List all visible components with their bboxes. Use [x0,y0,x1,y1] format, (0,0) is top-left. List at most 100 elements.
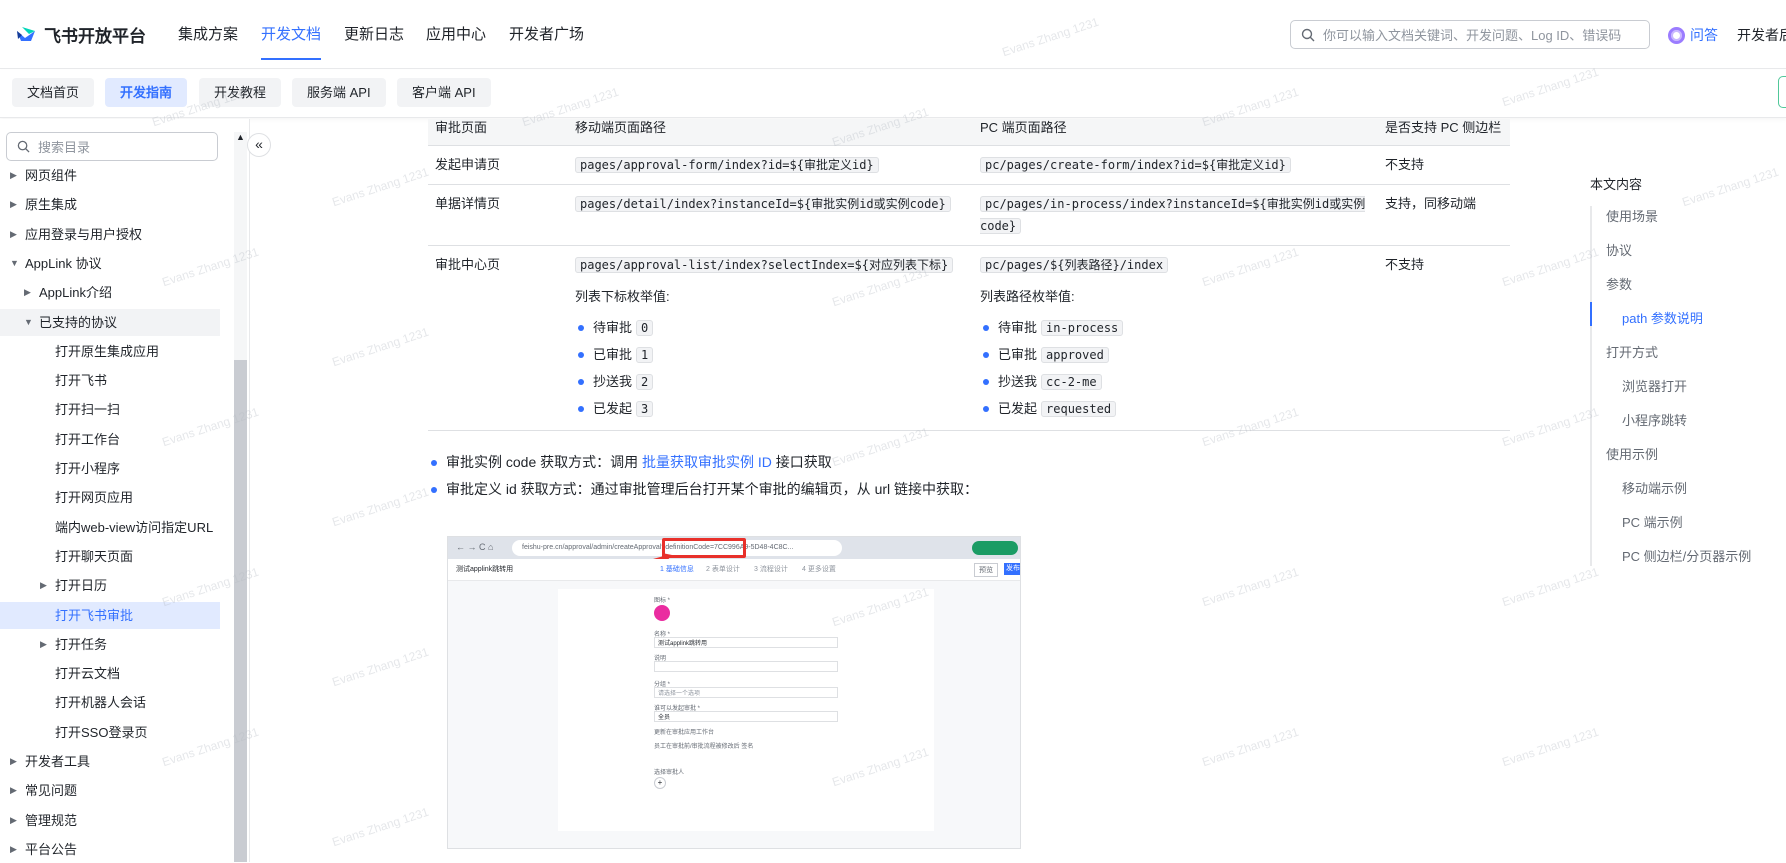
toc-item[interactable]: 使用场景 [1606,206,1658,225]
cell-mobile: pages/approval-form/index?id=${审批定义id} [568,145,973,185]
toc-item[interactable]: 协议 [1606,240,1632,259]
topnav-item[interactable]: 应用中心 [426,23,486,58]
caret-right-icon[interactable]: ▶ [10,836,20,854]
mobile-path-code: pages/approval-list/index?selectIndex=${… [575,256,954,273]
collapse-sidebar-button[interactable]: « [247,133,271,157]
sidebar-search-input[interactable]: 搜索目录 [6,132,218,161]
floating-edge-button[interactable] [1778,76,1786,108]
sidebar-item-label: 打开飞书 [55,373,108,389]
batch-instance-id-link[interactable]: 批量获取审批实例 ID [642,454,772,470]
search-icon [17,140,30,153]
scrollbar-thumb[interactable] [234,360,247,862]
toc-item[interactable]: 浏览器打开 [1622,376,1687,395]
caret-down-icon[interactable]: ▼ [10,250,20,268]
sidebar-item-label: 打开日历 [55,578,108,594]
enum-label: 已审批 [593,346,633,362]
scroll-up-icon[interactable]: ▲ [236,132,245,142]
sidebar-item[interactable]: 打开飞书审批 [0,601,220,629]
toc-item[interactable]: 移动端示例 [1622,478,1687,497]
brand-name: 飞书开放平台 [44,27,146,46]
sidebar-item[interactable]: ▶ 常见问题 [0,777,220,804]
sidebar-item-label: 打开任务 [55,636,108,652]
watermark-text: Evans Zhang 1231 [330,484,431,530]
sidebar-item[interactable]: ▼ AppLink 协议 [0,250,220,277]
sidebar-item-label: 打开飞书审批 [55,607,134,623]
toc-item[interactable]: 使用示例 [1606,444,1658,463]
doc-sidebar: 搜索目录 ▶ 网页组件 ▶ 原生集成 ▶ 应用登录与用户授权 ▼ AppLink 协议 ▶ App… [0,119,250,862]
sidebar-item[interactable]: 打开小程序 [0,455,220,482]
sidebar-item[interactable]: 打开扫一扫 [0,396,220,423]
note-definition-id: 审批定义 id 获取方式：通过审批管理后台打开某个审批的编辑页，从 url 链接… [428,476,1510,503]
topnav-item[interactable]: 开发文档 [261,23,322,60]
th-pc-path: PC 端页面路径 [973,119,1378,146]
sidebar-scrollbar[interactable]: ▲ [234,132,247,862]
sidebar-item[interactable]: ▼ 已支持的协议 [0,308,220,336]
sidebar-item[interactable]: ▶ AppLink介绍 [0,279,220,306]
topnav-item[interactable]: 开发者广场 [509,23,584,58]
caret-right-icon[interactable]: ▶ [10,777,20,795]
sidebar-item[interactable]: 打开网页应用 [0,484,220,511]
enum-value-code: 1 [636,346,654,363]
toc-item[interactable]: 打开方式 [1606,342,1658,361]
toc-item[interactable]: PC 端示例 [1622,512,1683,531]
sidebar-item[interactable]: 端内web-view访问指定URL [0,514,220,541]
watermark-text: Evans Zhang 1231 [1500,724,1601,770]
sidebar-item[interactable]: 打开飞书 [0,367,220,394]
doc-content: 审批页面 移动端页面路径 PC 端页面路径 是否支持 PC 侧边栏 发起申请页 … [428,119,1510,862]
field-desc-input [654,661,838,672]
sidebar-item[interactable]: ▶ 应用登录与用户授权 [0,221,220,248]
add-approver-icon: + [654,777,666,789]
sidebar-item[interactable]: 打开工作台 [0,426,220,453]
toc-item[interactable]: PC 侧边栏/分页器示例 [1622,546,1751,565]
watermark-text: Evans Zhang 1231 [1500,404,1601,450]
toc-item[interactable]: path 参数说明 [1622,308,1703,327]
cell-pc: pc/pages/in-process/index?instanceId=${审… [973,184,1378,246]
sidebar-item[interactable]: 打开云文档 [0,660,220,687]
caret-right-icon[interactable]: ▶ [10,221,20,239]
caret-right-icon[interactable]: ▶ [10,191,20,209]
sidebar-item[interactable]: ▶ 开发者工具 [0,748,220,775]
table-row: 单据详情页 pages/detail/index?instanceId=${审批… [428,184,1510,246]
sidebar-item[interactable]: ▶ 原生集成 [0,191,220,218]
caret-right-icon[interactable]: ▶ [24,279,34,297]
caret-right-icon[interactable]: ▶ [40,572,50,590]
topnav-item[interactable]: 集成方案 [178,23,238,58]
enum-label: 已发起 [593,400,633,416]
caret-down-icon[interactable]: ▼ [24,309,34,327]
sidebar-item[interactable]: 打开聊天页面 [0,543,220,570]
toc-item[interactable]: 小程序跳转 [1622,410,1687,429]
field-group-select: 请选择一个选项 [654,687,838,698]
toc-rail [1590,206,1592,566]
ask-button[interactable]: 问答 [1668,25,1718,45]
toc-item[interactable]: 参数 [1606,274,1632,293]
sidebar-item-label: 网页组件 [25,168,78,183]
doc-search-input[interactable]: 你可以输入文档关键词、开发问题、Log ID、错误码 [1290,20,1650,49]
enum-value-code: 2 [636,373,654,390]
subnav-tab[interactable]: 开发教程 [199,78,282,107]
sidebar-item[interactable]: ▶ 打开日历 [0,572,220,599]
topnav-item[interactable]: 更新日志 [344,23,404,58]
sidebar-item[interactable]: ▶ 打开任务 [0,631,220,658]
browser-bar: ← → C ⌂ feishu-pre.cn/approval/admin/cre… [448,537,1020,559]
table-row: 发起申请页 pages/approval-form/index?id=${审批定… [428,145,1510,185]
sidebar-item[interactable]: 打开机器人会话 [0,689,220,716]
caret-right-icon[interactable]: ▶ [10,807,20,825]
enum-value-code: in-process [1041,319,1124,336]
sidebar-item[interactable]: ▶ 网页组件 [0,162,220,189]
sidebar-item[interactable]: ▶ 平台公告 [0,836,220,863]
sidebar-item[interactable]: 打开SSO登录页 [0,719,220,746]
caret-right-icon[interactable]: ▶ [10,162,20,180]
subnav-tab[interactable]: 文档首页 [12,78,95,107]
subnav-tab[interactable]: 服务端 API [292,78,386,107]
sidebar-item-label: 常见问题 [25,783,78,799]
subnav-tab[interactable]: 客户端 API [397,78,491,107]
sidebar-item-label: 应用登录与用户授权 [25,226,143,242]
subnav-tab[interactable]: 开发指南 [105,78,188,107]
sidebar-item[interactable]: 打开原生集成应用 [0,338,220,365]
brand-logo[interactable]: 飞书开放平台 [14,22,146,47]
sidebar-item[interactable]: ▶ 管理规范 [0,807,220,834]
developer-console-link[interactable]: 开发者后 [1737,25,1786,45]
caret-right-icon[interactable]: ▶ [10,748,20,766]
enum-value-code: approved [1041,346,1109,363]
caret-right-icon[interactable]: ▶ [40,631,50,649]
